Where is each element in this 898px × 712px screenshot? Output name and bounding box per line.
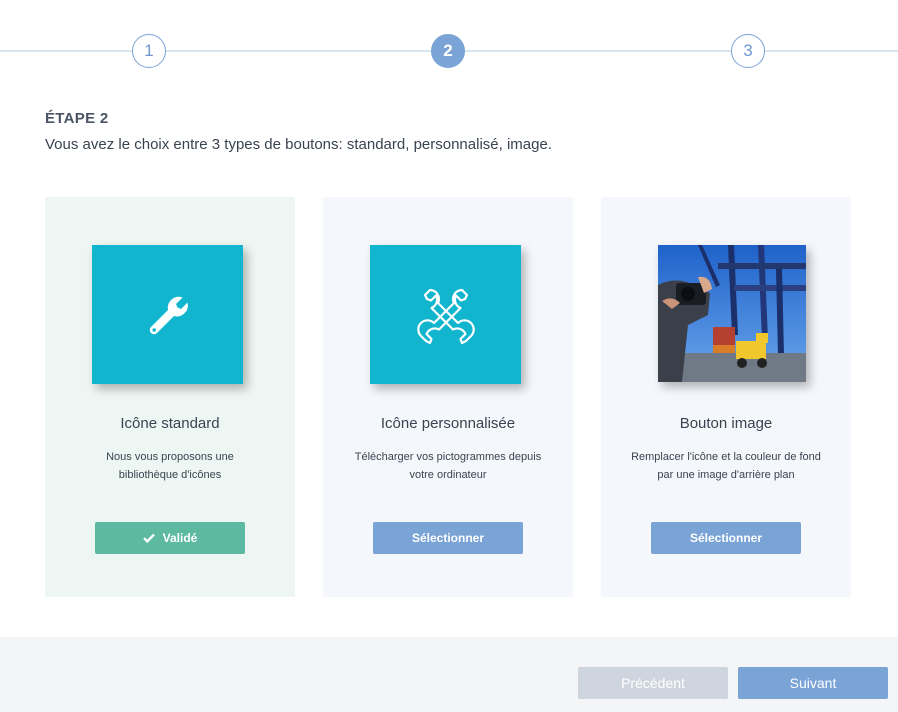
wrench-icon — [149, 296, 188, 334]
step-3[interactable]: 3 — [731, 34, 765, 68]
card-standard-icon[interactable]: Icône standard Nous vous proposons une b… — [45, 197, 295, 597]
card-title: Icône personnalisée — [380, 415, 516, 432]
select-button-label: Sélectionner — [689, 531, 763, 545]
step-title: ÉTAPE 2 — [45, 110, 109, 127]
step-2[interactable]: 2 — [431, 34, 465, 68]
stepper: 1 2 3 — [0, 0, 898, 100]
crossed-wrenches-icon — [416, 288, 475, 344]
card-custom-thumbnail — [370, 245, 521, 384]
footer-bar: Précédent Suivant — [0, 637, 898, 712]
photo-thumbnail — [658, 245, 806, 382]
step-1[interactable]: 1 — [132, 34, 166, 68]
validated-button[interactable]: Validé — [95, 522, 245, 554]
previous-button[interactable]: Précédent — [578, 667, 728, 699]
select-button-label: Sélectionner — [411, 531, 485, 545]
port-photo-image — [658, 245, 806, 382]
select-button[interactable]: Sélectionner — [651, 522, 801, 554]
step-description: Vous avez le choix entre 3 types de bout… — [45, 136, 552, 153]
card-standard-thumbnail — [92, 245, 243, 384]
card-title: Bouton image — [679, 415, 773, 432]
card-description: Nous vous proposons une bibliothèque d'i… — [106, 451, 234, 481]
check-icon — [142, 533, 155, 543]
select-button[interactable]: Sélectionner — [373, 522, 523, 554]
card-description: Remplacer l'icône et la couleur de fond … — [631, 451, 821, 481]
validated-button-label: Validé — [162, 531, 198, 545]
card-image-button[interactable]: Bouton image Remplacer l'icône et la cou… — [601, 197, 851, 597]
card-title: Icône standard — [120, 415, 220, 432]
next-button[interactable]: Suivant — [738, 667, 888, 699]
card-custom-icon[interactable]: Icône personnalisée Télécharger vos pict… — [323, 197, 573, 597]
card-description: Télécharger vos pictogrammes depuis votr… — [354, 451, 542, 481]
